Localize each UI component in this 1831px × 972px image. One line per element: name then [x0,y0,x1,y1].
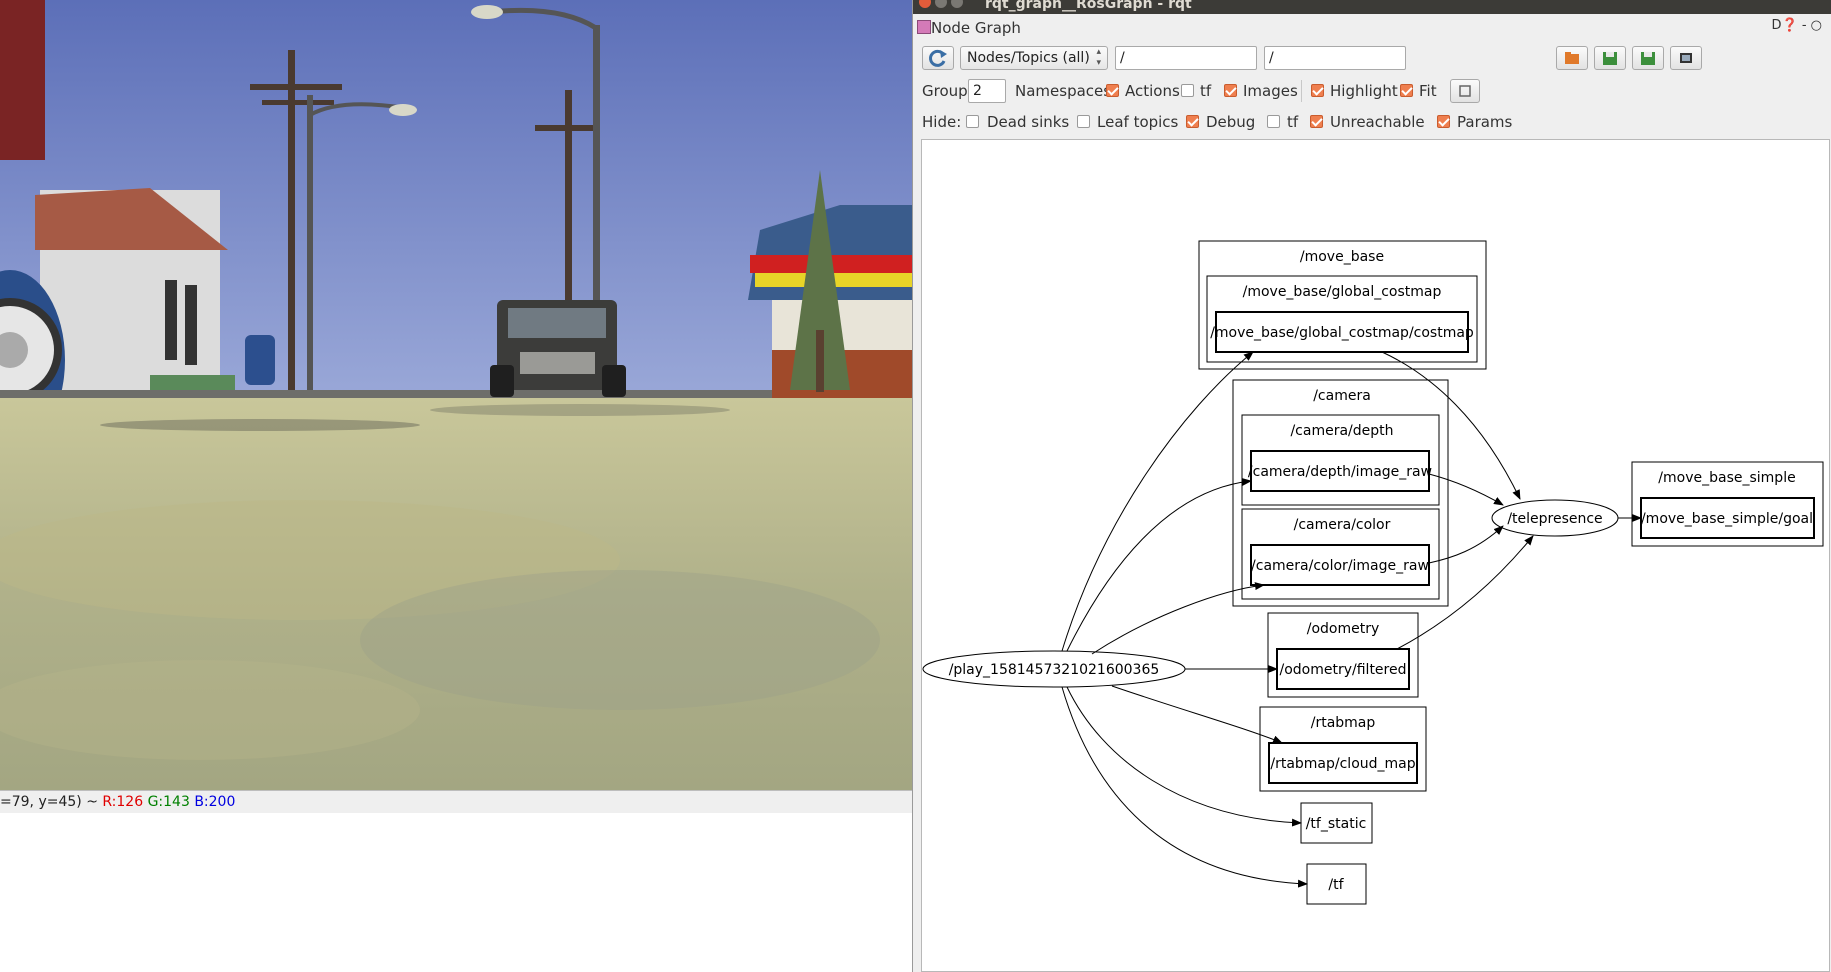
topic-label: /rtabmap/cloud_map [1270,756,1415,772]
fit-label: Fit [1419,82,1437,100]
cluster-label: /odometry [1307,621,1380,637]
tf-hide-label: tf [1287,113,1299,131]
images-label: Images [1243,82,1298,100]
window-title: rqt_graph__RosGraph - rqt [985,0,1192,12]
pixel-info-status-bar: =79, y=45) ~ R:126 G:143 B:200 [0,790,912,814]
debug-checkbox[interactable] [1186,115,1199,128]
node-label: /telepresence [1507,511,1602,527]
unreachable-checkbox[interactable] [1310,115,1323,128]
topic-label: /odometry/filtered [1280,662,1407,678]
node-label: /play_1581457321021600365 [949,662,1160,678]
debug-label: Debug [1206,113,1256,131]
topic-label: /move_base/global_costmap/costmap [1210,325,1474,341]
tf-group-checkbox[interactable] [1181,84,1194,97]
cluster-label: /move_base [1300,249,1384,265]
fit-checkbox[interactable] [1400,84,1413,97]
plugin-header: Node Graph D❓ - ○ [913,14,1831,42]
topic-filter-input[interactable]: / [1264,46,1406,70]
params-label: Params [1457,113,1513,131]
save-image-icon [1680,53,1692,63]
save-image-button[interactable] [1670,46,1702,70]
graph-mode-select[interactable]: Nodes/Topics (all) ▴ ▾ [960,46,1108,70]
namespaces-label: Namespaces [1015,82,1112,100]
cluster-label: /camera/depth [1290,423,1393,439]
rqt-window: rqt_graph__RosGraph - rqt Node Graph D❓ … [912,0,1831,972]
cluster-label: /camera/color [1294,517,1391,533]
actions-checkbox[interactable] [1106,84,1119,97]
fit-view-icon [1459,85,1471,97]
unreachable-label: Unreachable [1330,113,1425,131]
group-label: Group: [922,82,973,100]
toolbar-separator [1301,80,1302,102]
group-spinbox[interactable]: 2 [968,79,1006,103]
topic-label: /tf [1328,877,1344,893]
refresh-icon [929,49,947,67]
refresh-button[interactable] [922,46,954,70]
params-checkbox[interactable] [1437,115,1450,128]
topic-label: /camera/color/image_raw [1251,558,1429,574]
pixel-coordinates: =79, y=45) ~ [0,794,103,810]
leaf-topics-label: Leaf topics [1097,113,1179,131]
empty-area [0,813,912,972]
pixel-blue-value: B:200 [194,794,236,810]
plugin-title: Node Graph [931,19,1021,37]
combo-arrows-icon: ▴ ▾ [1096,47,1101,68]
leaf-topics-checkbox[interactable] [1077,115,1090,128]
ros-node-graph[interactable]: /move_base /move_base/global_costmap /mo… [922,140,1829,971]
camera-image-view [0,0,912,790]
topic-label: /move_base_simple/goal [1641,511,1813,527]
node-filter-input[interactable]: / [1115,46,1257,70]
close-window-button[interactable] [919,0,931,8]
graph-mode-selected: Nodes/Topics (all) [967,50,1090,66]
pixel-red-value: R:126 [102,794,144,810]
tf-hide-checkbox[interactable] [1267,115,1280,128]
cluster-label: /rtabmap [1311,715,1376,731]
cluster-label: /camera [1313,388,1371,404]
cluster-label: /move_base/global_costmap [1243,284,1442,300]
dead-sinks-checkbox[interactable] [966,115,979,128]
minimize-window-button[interactable] [935,0,947,8]
load-dot-button[interactable] [1556,46,1588,70]
save-dot-button[interactable] [1594,46,1626,70]
dead-sinks-label: Dead sinks [987,113,1070,131]
tf-group-label: tf [1200,82,1212,100]
pixel-green-value: G:143 [147,794,190,810]
highlight-checkbox[interactable] [1311,84,1324,97]
highlight-label: Highlight [1330,82,1398,100]
plugin-window-controls[interactable]: D❓ - ○ [1772,18,1823,33]
save-svg-icon [1641,52,1655,65]
node-graph-plugin-icon [917,20,931,34]
window-titlebar[interactable]: rqt_graph__RosGraph - rqt [913,0,1831,14]
maximize-window-button[interactable] [951,0,963,8]
fit-view-button[interactable] [1450,79,1480,103]
load-dot-icon [1565,52,1579,64]
actions-label: Actions [1125,82,1180,100]
hide-label: Hide: [922,113,962,131]
save-svg-button[interactable] [1632,46,1664,70]
topic-label: /camera/depth/image_raw [1248,464,1432,480]
topic-label: /tf_static [1306,816,1367,832]
images-checkbox[interactable] [1224,84,1237,97]
graph-canvas[interactable]: /move_base /move_base/global_costmap /mo… [921,139,1830,972]
cluster-label: /move_base_simple [1658,470,1795,486]
simulated-scene-image [0,0,912,790]
save-dot-icon [1603,52,1617,65]
